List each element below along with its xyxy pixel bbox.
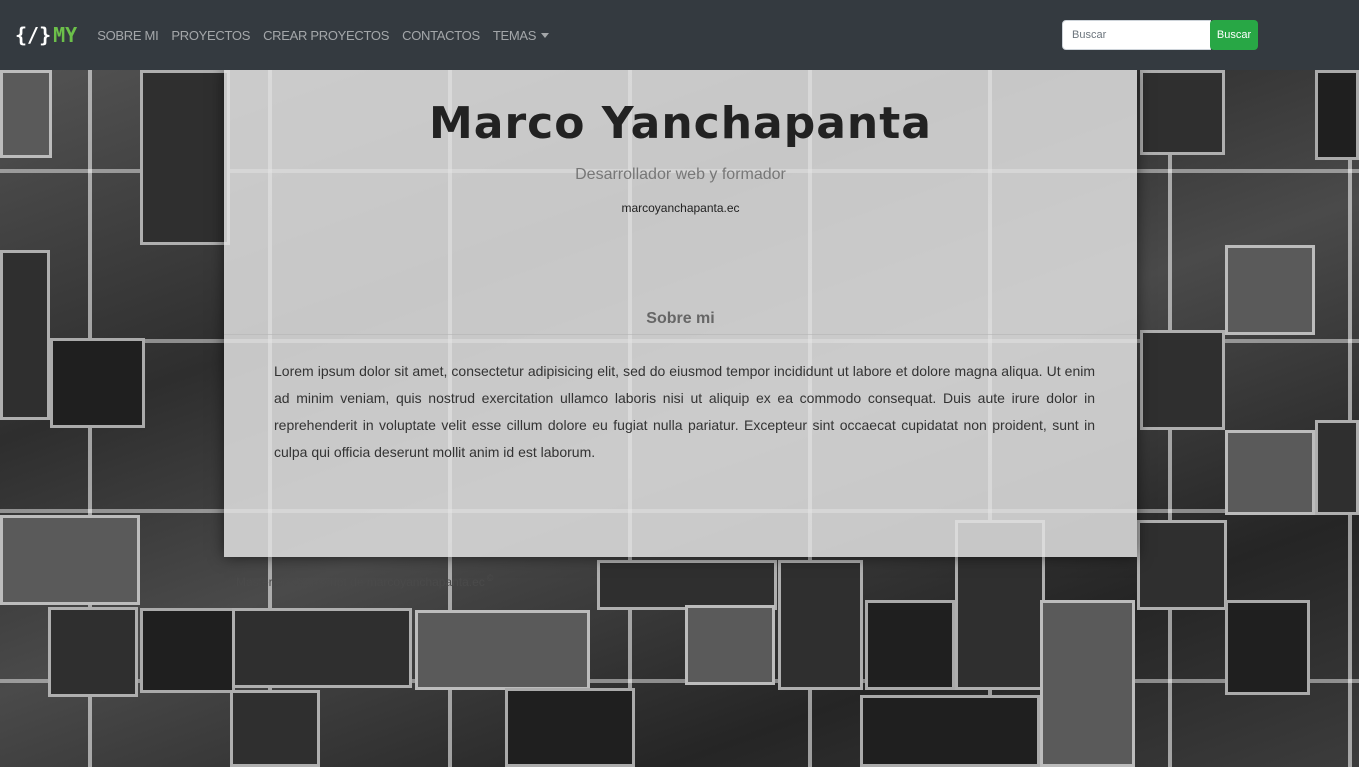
page-title: Marco Yanchapanta	[429, 98, 932, 149]
nav-dropdown-temas-label: TEMAS	[492, 27, 537, 43]
nav-link-crear-proyectos[interactable]: CREAR PROYECTOS	[263, 28, 389, 43]
search-button[interactable]: Buscar	[1210, 20, 1258, 50]
nav-link-proyectos[interactable]: PROYECTOS	[171, 28, 250, 43]
top-navbar: {/} MY SOBRE MI PROYECTOS CREAR PROYECTO…	[0, 0, 1359, 70]
section-divider	[224, 334, 1137, 335]
caret-down-icon	[541, 32, 550, 38]
page-subtitle: Desarrollador web y formador	[575, 166, 786, 183]
search-form: Buscar	[1062, 20, 1258, 50]
brand-braces: {/}	[15, 23, 52, 47]
page-footer: Master en Javascript de marcoyanchapanta…	[236, 573, 493, 589]
nav-link-contactos[interactable]: CONTACTOS	[402, 28, 480, 43]
search-input[interactable]	[1062, 20, 1211, 50]
nav-dropdown-temas[interactable]: TEMAS	[492, 27, 550, 43]
footer-text: Master en Javascript de marcoyanchapanta…	[236, 575, 485, 589]
about-section-title: Sobre mi	[646, 310, 715, 327]
brand-logo[interactable]: {/} MY	[15, 23, 77, 47]
main-card: Marco Yanchapanta Desarrollador web y fo…	[224, 70, 1137, 557]
copyright-icon: ©	[486, 573, 494, 583]
website-text: marcoyanchapanta.ec	[621, 201, 740, 215]
brand-text: MY	[53, 23, 78, 47]
about-paragraph: Lorem ipsum dolor sit amet, consectetur …	[274, 363, 1095, 460]
nav-link-sobre-mi[interactable]: SOBRE MI	[97, 28, 158, 43]
